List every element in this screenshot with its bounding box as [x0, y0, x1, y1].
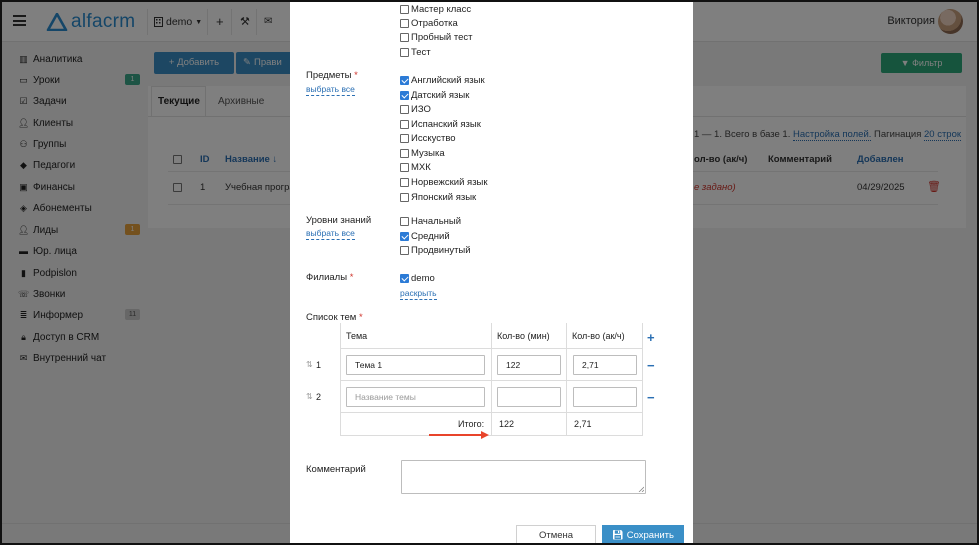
- option-label: Начальный: [411, 216, 462, 227]
- option-label: МХК: [411, 162, 431, 173]
- remove-topic-icon[interactable]: −: [647, 390, 655, 405]
- option-label: Пробный тест: [411, 32, 473, 43]
- option-label: Средний: [411, 231, 450, 242]
- type-option[interactable]: Мастер класс: [400, 3, 471, 16]
- checkbox[interactable]: [400, 217, 409, 226]
- levels-select-all-link[interactable]: выбрать все: [306, 228, 355, 240]
- checkbox[interactable]: [400, 105, 409, 114]
- checkbox[interactable]: [400, 48, 409, 57]
- field-label-text: Список тем: [306, 312, 357, 323]
- annotation-arrow-icon: [429, 431, 489, 439]
- total-minutes: 122: [499, 419, 515, 429]
- level-option[interactable]: Начальный: [400, 215, 461, 228]
- required-mark: *: [354, 70, 358, 81]
- option-label: Продвинутый: [411, 245, 471, 256]
- topics-header-hours: Кол-во (ак/ч): [572, 331, 625, 341]
- branch-option[interactable]: demo: [400, 272, 435, 285]
- cancel-button[interactable]: Отмена: [516, 525, 596, 543]
- option-label: Японский язык: [411, 192, 477, 203]
- subject-option[interactable]: Датский язык: [400, 89, 469, 102]
- drag-handle-icon[interactable]: ⇅: [306, 392, 313, 401]
- type-option[interactable]: Тест: [400, 46, 431, 59]
- subject-option[interactable]: ИЗО: [400, 103, 431, 116]
- option-label: Музыка: [411, 148, 445, 159]
- checkbox[interactable]: [400, 134, 409, 143]
- subject-option[interactable]: Исскуство: [400, 132, 456, 145]
- resize-handle-icon[interactable]: [638, 486, 644, 492]
- remove-topic-icon[interactable]: −: [647, 358, 655, 373]
- divider: [340, 435, 643, 436]
- topic-name-input[interactable]: Тема 1: [346, 355, 485, 375]
- field-label-text: Филиалы: [306, 272, 348, 283]
- branches-label: Филиалы *: [306, 272, 353, 283]
- levels-label: Уровни знаний: [306, 215, 372, 226]
- subject-option[interactable]: Норвежский язык: [400, 176, 488, 189]
- topics-label: Список тем *: [306, 312, 363, 323]
- floppy-icon: 💾︎: [612, 530, 627, 541]
- topics-header-topic: Тема: [346, 331, 368, 341]
- topic-minutes-input[interactable]: 122: [497, 355, 561, 375]
- divider: [340, 348, 643, 349]
- option-label: Мастер класс: [411, 4, 472, 15]
- subject-option[interactable]: Музыка: [400, 147, 445, 160]
- total-hours: 2,71: [574, 419, 592, 429]
- option-label: Норвежский язык: [411, 177, 488, 188]
- comment-textarea[interactable]: [401, 460, 646, 494]
- checkbox[interactable]: [400, 178, 409, 187]
- subject-option[interactable]: Японский язык: [400, 191, 476, 204]
- required-mark: *: [358, 312, 363, 323]
- type-option[interactable]: Пробный тест: [400, 31, 473, 44]
- subject-option[interactable]: Английский язык: [400, 74, 485, 87]
- comment-label: Комментарий: [306, 464, 366, 475]
- total-label: Итого:: [458, 419, 485, 429]
- option-label: Отработка: [411, 18, 458, 29]
- option-label: Датский язык: [411, 90, 470, 101]
- required-mark: *: [349, 272, 354, 283]
- checkbox[interactable]: [400, 120, 409, 129]
- checkbox[interactable]: [400, 149, 409, 158]
- level-option[interactable]: Продвинутый: [400, 244, 471, 257]
- option-label: Испанский язык: [411, 119, 481, 130]
- divider: [340, 380, 643, 381]
- app-window: alfacrm demo ▼ + ⚒ ✉ Виктория ▥Аналитика…: [0, 0, 979, 545]
- topic-hours-input[interactable]: 2,71: [573, 355, 637, 375]
- field-label-text: Предметы: [306, 70, 352, 81]
- save-button[interactable]: 💾︎ Сохранить: [602, 525, 684, 543]
- edit-program-modal: Мастер класс Отработка Пробный тест Тест…: [290, 2, 693, 543]
- option-label: Исскуство: [411, 133, 456, 144]
- drag-handle-icon[interactable]: ⇅: [306, 360, 313, 369]
- topics-header-minutes: Кол-во (мин): [497, 331, 550, 341]
- topic-hours-input[interactable]: [573, 387, 637, 407]
- add-topic-icon[interactable]: +: [647, 330, 655, 345]
- checkbox[interactable]: [400, 33, 409, 42]
- option-label: Тест: [411, 47, 431, 58]
- subject-option[interactable]: МХК: [400, 161, 431, 174]
- checkbox[interactable]: [400, 91, 409, 100]
- topic-row-number: 2: [316, 392, 322, 402]
- checkbox[interactable]: [400, 163, 409, 172]
- expand-link[interactable]: раскрыть: [400, 288, 437, 300]
- checkbox[interactable]: [400, 193, 409, 202]
- option-label: Английский язык: [411, 75, 485, 86]
- topic-row-number: 1: [316, 360, 322, 370]
- checkbox[interactable]: [400, 76, 409, 85]
- checkbox[interactable]: [400, 5, 409, 14]
- checkbox[interactable]: [400, 274, 409, 283]
- level-option[interactable]: Средний: [400, 230, 450, 243]
- topic-name-input[interactable]: Название темы: [346, 387, 485, 407]
- save-button-label: Сохранить: [626, 530, 674, 541]
- option-label: demo: [411, 273, 435, 284]
- subjects-label: Предметы *: [306, 70, 358, 81]
- checkbox[interactable]: [400, 232, 409, 241]
- topic-minutes-input[interactable]: [497, 387, 561, 407]
- subjects-select-all-link[interactable]: выбрать все: [306, 84, 355, 96]
- type-option[interactable]: Отработка: [400, 17, 458, 30]
- topics-table: Тема Кол-во (мин) Кол-во (ак/ч) Тема 1 1…: [340, 323, 643, 436]
- checkbox[interactable]: [400, 19, 409, 28]
- checkbox[interactable]: [400, 246, 409, 255]
- subject-option[interactable]: Испанский язык: [400, 118, 481, 131]
- option-label: ИЗО: [411, 104, 431, 115]
- divider: [340, 412, 643, 413]
